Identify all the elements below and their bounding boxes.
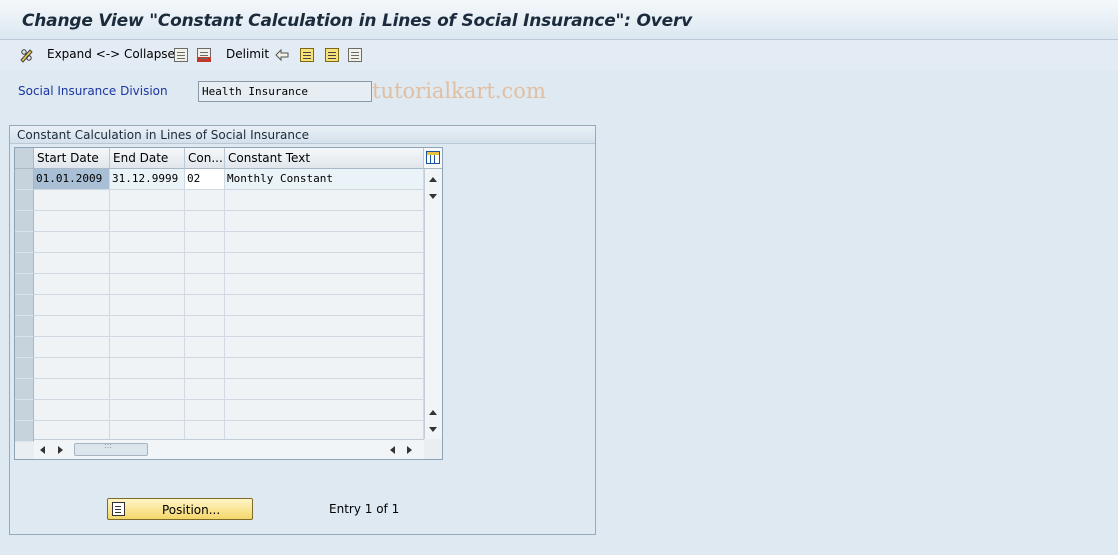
row-selector[interactable]	[15, 274, 34, 295]
group-title: Constant Calculation in Lines of Social …	[10, 126, 595, 144]
horizontal-scroll-thumb[interactable]	[74, 441, 148, 456]
scroll-right-end-icon[interactable]	[407, 446, 412, 454]
scroll-down-icon[interactable]	[429, 194, 437, 199]
table-cell[interactable]	[110, 253, 185, 274]
table-cell[interactable]	[185, 274, 225, 295]
table-cell[interactable]	[185, 232, 225, 253]
expand-collapse-button[interactable]: Expand <-> Collapse	[47, 47, 175, 63]
table-cell[interactable]	[225, 316, 424, 337]
table-cell[interactable]	[225, 274, 424, 295]
column-header-constant-text[interactable]: Constant Text	[225, 148, 424, 169]
table-cell[interactable]	[34, 337, 110, 358]
table-cell[interactable]	[225, 253, 424, 274]
column-header-constant[interactable]: Con...	[185, 148, 225, 169]
table-cell[interactable]	[225, 232, 424, 253]
table-cell[interactable]	[34, 400, 110, 421]
row-selector[interactable]	[15, 190, 34, 211]
social-insurance-division-label: Social Insurance Division	[18, 84, 168, 98]
row-selector[interactable]	[15, 169, 34, 190]
row-selector[interactable]	[15, 358, 34, 379]
table-cell[interactable]	[225, 400, 424, 421]
table-cell[interactable]	[185, 316, 225, 337]
page-up-icon[interactable]	[429, 410, 437, 415]
row-selector[interactable]	[15, 211, 34, 232]
table-cell[interactable]	[225, 295, 424, 316]
row-selector[interactable]	[15, 337, 34, 358]
pencil-glasses-icon[interactable]	[19, 47, 35, 63]
position-icon	[112, 502, 125, 516]
column-header-end-date[interactable]: End Date	[110, 148, 185, 169]
table-cell[interactable]	[110, 400, 185, 421]
horizontal-scrollbar[interactable]	[34, 439, 424, 459]
table-cell[interactable]	[225, 337, 424, 358]
table-cell[interactable]	[110, 232, 185, 253]
table-cell[interactable]	[34, 232, 110, 253]
entries-table: Start Date End Date Con... Constant Text…	[14, 147, 443, 460]
table-cell[interactable]	[185, 379, 225, 400]
table-cell[interactable]	[110, 316, 185, 337]
table-cell[interactable]	[34, 379, 110, 400]
table-cell[interactable]	[225, 211, 424, 232]
table-cell[interactable]	[225, 190, 424, 211]
table-cell[interactable]	[110, 358, 185, 379]
position-button-label: Position...	[162, 503, 221, 517]
table-cell[interactable]	[110, 379, 185, 400]
table-cell[interactable]	[110, 274, 185, 295]
undo-icon[interactable]	[274, 48, 290, 62]
table-cell[interactable]	[34, 253, 110, 274]
cell-start-date[interactable]: 01.01.2009	[34, 169, 110, 190]
table-settings-icon[interactable]	[424, 148, 442, 169]
entry-counter: Entry 1 of 1	[329, 502, 400, 516]
table-cell[interactable]	[185, 358, 225, 379]
position-button[interactable]: Position...	[107, 498, 253, 520]
row-selector[interactable]	[15, 295, 34, 316]
row-selector[interactable]	[15, 253, 34, 274]
title-bar: Change View "Constant Calculation in Lin…	[0, 0, 1118, 40]
table-cell[interactable]	[185, 190, 225, 211]
table-cell[interactable]	[34, 316, 110, 337]
table-cell[interactable]	[34, 211, 110, 232]
application-toolbar: Expand <-> Collapse Delimit www.tutorial…	[0, 40, 1118, 103]
table-cell[interactable]	[185, 253, 225, 274]
scroll-left-end-icon[interactable]	[390, 446, 395, 454]
row-selector[interactable]	[15, 379, 34, 400]
table-cell[interactable]	[34, 190, 110, 211]
delete-icon[interactable]	[197, 48, 211, 62]
table-cell[interactable]	[110, 337, 185, 358]
row-selector[interactable]	[15, 421, 34, 442]
vertical-scrollbar[interactable]	[424, 169, 442, 439]
table-cell[interactable]	[185, 211, 225, 232]
table-cell[interactable]	[185, 400, 225, 421]
deselect-icon[interactable]	[348, 48, 362, 62]
select-all-icon[interactable]	[300, 48, 314, 62]
table-cell[interactable]	[185, 337, 225, 358]
column-header-start-date[interactable]: Start Date	[34, 148, 110, 169]
table-cell[interactable]	[34, 274, 110, 295]
scroll-up-icon[interactable]	[429, 177, 437, 182]
select-all-rows-button[interactable]	[15, 148, 34, 169]
table-cell[interactable]	[110, 211, 185, 232]
social-insurance-division-field[interactable]: Health Insurance	[198, 81, 372, 102]
cell-end-date[interactable]: 31.12.9999	[110, 169, 185, 190]
row-selector[interactable]	[15, 400, 34, 421]
select-block-icon[interactable]	[325, 48, 339, 62]
page-down-icon[interactable]	[429, 427, 437, 432]
table-cell[interactable]	[34, 358, 110, 379]
page-title: Change View "Constant Calculation in Lin…	[22, 11, 693, 31]
table-cell[interactable]	[110, 190, 185, 211]
cell-constant-text: Monthly Constant	[225, 169, 424, 190]
copy-icon[interactable]	[174, 48, 188, 62]
cell-constant[interactable]: 02	[185, 169, 225, 190]
row-selector[interactable]	[15, 232, 34, 253]
scroll-left-icon[interactable]	[40, 446, 45, 454]
scroll-right-icon[interactable]	[58, 446, 63, 454]
table-cell[interactable]	[185, 295, 225, 316]
table-cell[interactable]	[225, 358, 424, 379]
table-cell[interactable]	[110, 295, 185, 316]
delimit-button[interactable]: Delimit	[226, 47, 269, 63]
table-cell[interactable]	[225, 379, 424, 400]
table-cell[interactable]	[34, 295, 110, 316]
row-selector[interactable]	[15, 316, 34, 337]
